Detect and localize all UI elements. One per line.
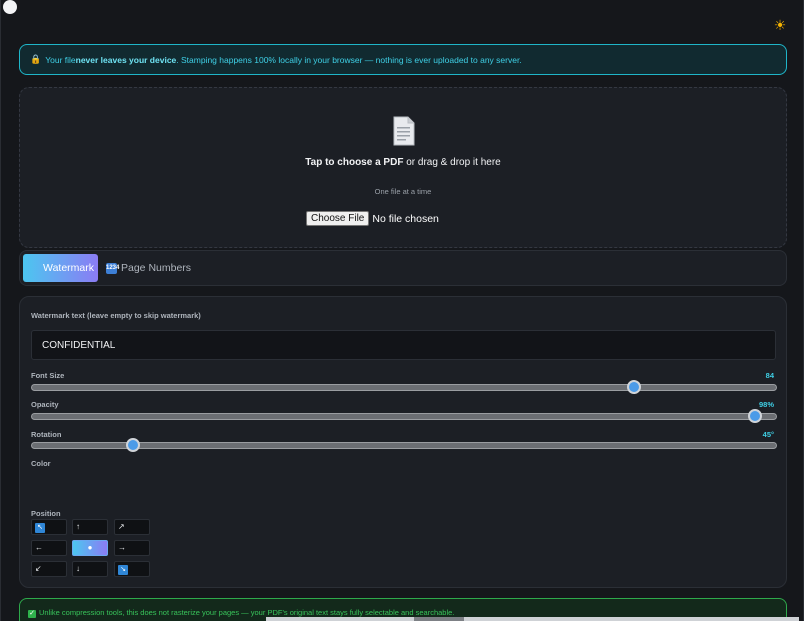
mode-tabs: Watermark 1234 Page Numbers: [19, 250, 787, 286]
dropzone-title-bold: Tap to choose a PDF: [305, 157, 404, 168]
window-corner-dot: [3, 0, 17, 14]
horizontal-scrollbar-thumb[interactable]: [414, 617, 464, 621]
opacity-label: Opacity: [31, 400, 59, 409]
opacity-slider-knob[interactable]: [748, 409, 763, 423]
dropzone-subtitle: One file at a time: [374, 187, 432, 196]
rotation-label: Rotation: [31, 430, 62, 439]
privacy-banner: 🔒 Your file never leaves your device . S…: [19, 44, 787, 75]
position-arrow-icon: ↖: [35, 523, 45, 533]
position-middle-right-button[interactable]: →: [114, 540, 150, 556]
tab-watermark[interactable]: Watermark: [23, 254, 98, 282]
position-top-center-button[interactable]: ↑: [72, 519, 108, 535]
tab-page-numbers[interactable]: 1234 Page Numbers: [106, 254, 191, 282]
position-arrow-icon: ↘: [118, 565, 128, 575]
sun-icon[interactable]: ☀: [771, 16, 789, 34]
rotation-slider-knob[interactable]: [126, 438, 141, 452]
position-bottom-left-button[interactable]: ↙: [31, 561, 67, 577]
position-bottom-right-button[interactable]: ↘: [114, 561, 150, 577]
dropzone-title: Tap to choose a PDF or drag & drop it he…: [20, 157, 786, 168]
position-top-left-button[interactable]: ↖: [31, 519, 67, 535]
watermark-text-input[interactable]: CONFIDENTIAL: [31, 330, 776, 360]
color-label: Color: [31, 459, 51, 468]
horizontal-scrollbar[interactable]: [266, 617, 799, 621]
opacity-value: 98%: [758, 400, 774, 409]
position-label: Position: [31, 509, 61, 518]
dropzone-title-rest: or drag & drop it here: [403, 157, 501, 168]
watermark-panel: Watermark text (leave empty to skip wate…: [19, 296, 787, 588]
numbers-icon: 1234: [106, 262, 119, 274]
opacity-slider[interactable]: [31, 409, 777, 423]
checkmark-icon: ✓: [28, 610, 36, 618]
rotation-slider[interactable]: [31, 438, 777, 452]
font-size-value: 84: [765, 371, 774, 380]
choose-file-button[interactable]: Choose File: [306, 211, 370, 226]
app-window: ☀ 🔒 Your file never leaves your device .…: [0, 0, 804, 621]
tab-page-numbers-label: Page Numbers: [121, 262, 192, 274]
document-icon: [393, 116, 415, 146]
no-file-label: No file chosen: [372, 212, 439, 225]
position-top-right-button[interactable]: ↗: [114, 519, 150, 535]
privacy-text-prefix: Your file: [45, 54, 76, 65]
watermark-text-label: Watermark text (leave empty to skip wate…: [31, 311, 201, 320]
font-size-slider-knob[interactable]: [626, 380, 641, 394]
pdf-dropzone[interactable]: Tap to choose a PDF or drag & drop it he…: [19, 87, 787, 248]
file-input[interactable]: Choose File No file chosen: [306, 211, 439, 226]
position-middle-left-button[interactable]: ←: [31, 540, 67, 556]
privacy-text-suffix: . Stamping happens 100% locally in your …: [176, 54, 522, 65]
info-banner-text: Unlike compression tools, this does not …: [39, 608, 455, 617]
privacy-text-bold: never leaves your device: [75, 54, 177, 65]
font-size-slider[interactable]: [31, 380, 777, 394]
position-bottom-center-button[interactable]: ↓: [72, 561, 108, 577]
position-grid: ↖ ↑ ↗ ← ● → ↙ ↓ ↘: [31, 519, 151, 577]
lock-icon: 🔒: [30, 54, 42, 64]
position-center-button[interactable]: ●: [72, 540, 108, 556]
rotation-value: 45°: [762, 430, 774, 439]
font-size-label: Font Size: [31, 371, 65, 380]
